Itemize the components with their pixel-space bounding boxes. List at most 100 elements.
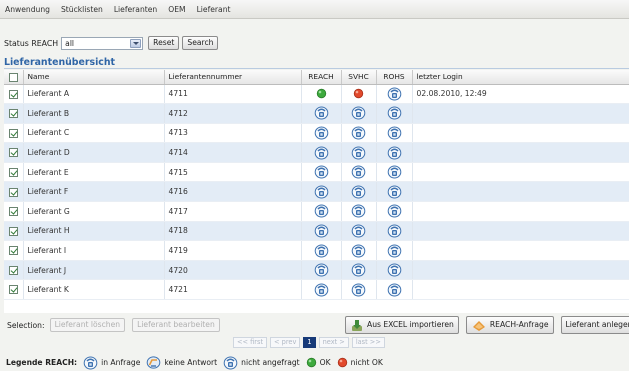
in-request-status-icon[interactable] [314, 224, 329, 238]
pager-current[interactable]: 1 [303, 337, 316, 348]
in-request-status-icon[interactable] [351, 263, 366, 277]
menu-oem[interactable]: OEM [168, 5, 185, 14]
rohs-status-cell[interactable] [376, 142, 413, 163]
rohs-status-cell[interactable] [376, 279, 413, 301]
pager-last[interactable]: last >> [351, 337, 385, 348]
table-row[interactable]: Lieferant A 4711 02.08.2010, 12:49 [4, 84, 629, 105]
supplier-name[interactable]: Lieferant G [23, 201, 165, 222]
rohs-status-cell[interactable] [376, 240, 413, 261]
in-request-status-icon[interactable] [314, 283, 329, 297]
supplier-name[interactable]: Lieferant I [23, 240, 165, 261]
in-request-status-icon[interactable] [314, 126, 329, 140]
excel-import-button[interactable]: Aus EXCEL importieren [345, 316, 459, 334]
row-select-cell[interactable] [4, 279, 24, 301]
menu-lieferanten[interactable]: Lieferanten [114, 5, 157, 14]
in-request-status-icon[interactable] [387, 126, 402, 140]
row-checkbox[interactable] [8, 226, 18, 236]
in-request-status-icon[interactable] [351, 165, 366, 179]
row-select-cell[interactable] [4, 181, 24, 203]
svhc-status-cell[interactable] [341, 221, 377, 242]
reach-status-cell[interactable] [301, 142, 342, 163]
search-button[interactable]: Search [182, 36, 219, 50]
svhc-status-cell[interactable] [341, 279, 377, 301]
reach-status-cell[interactable] [301, 260, 342, 281]
row-select-cell[interactable] [4, 84, 24, 105]
delete-supplier-button[interactable]: Lieferant löschen [49, 318, 126, 332]
in-request-status-icon[interactable] [387, 224, 402, 238]
row-checkbox[interactable] [8, 207, 18, 217]
table-row[interactable]: Lieferant E 4715 [4, 162, 629, 183]
in-request-status-icon[interactable] [351, 204, 366, 218]
menu-anwendung[interactable]: Anwendung [5, 5, 50, 14]
svhc-status-cell[interactable] [341, 84, 377, 105]
row-select-cell[interactable] [4, 221, 24, 242]
pager-prev[interactable]: < prev [270, 337, 301, 348]
row-checkbox[interactable] [8, 89, 18, 99]
svhc-status-cell[interactable] [341, 181, 377, 203]
edit-supplier-button[interactable]: Lieferant bearbeiten [132, 318, 220, 332]
column-header-number[interactable]: Lieferantennummer [164, 70, 302, 85]
supplier-name[interactable]: Lieferant J [23, 260, 165, 281]
svhc-status-cell[interactable] [341, 260, 377, 281]
reach-status-cell[interactable] [301, 103, 342, 124]
ok-status-icon[interactable] [316, 89, 327, 99]
row-select-cell[interactable] [4, 142, 24, 163]
supplier-name[interactable]: Lieferant H [23, 221, 165, 242]
pager-first[interactable]: << first [233, 337, 268, 348]
row-checkbox[interactable] [8, 167, 18, 177]
in-request-status-icon[interactable] [351, 224, 366, 238]
rohs-status-cell[interactable] [376, 201, 413, 222]
in-request-status-icon[interactable] [387, 204, 402, 218]
rohs-status-cell[interactable] [376, 181, 413, 203]
in-request-status-icon[interactable] [351, 146, 366, 160]
svhc-status-cell[interactable] [341, 201, 377, 222]
in-request-status-icon[interactable] [387, 263, 402, 277]
supplier-name[interactable]: Lieferant B [23, 103, 165, 124]
svhc-status-cell[interactable] [341, 123, 377, 144]
in-request-status-icon[interactable] [351, 185, 366, 199]
table-row[interactable]: Lieferant I 4719 [4, 240, 629, 261]
not-ok-status-icon[interactable] [353, 89, 364, 99]
in-request-status-icon[interactable] [387, 283, 402, 297]
row-checkbox[interactable] [8, 246, 18, 256]
in-request-status-icon[interactable] [314, 106, 329, 120]
in-request-status-icon[interactable] [387, 106, 402, 120]
in-request-status-icon[interactable] [314, 244, 329, 258]
reach-status-cell[interactable] [301, 123, 342, 144]
in-request-status-icon[interactable] [314, 146, 329, 160]
reach-request-button[interactable]: REACH-Anfrage [465, 316, 554, 334]
in-request-status-icon[interactable] [387, 165, 402, 179]
select-all-header[interactable] [4, 70, 24, 85]
row-select-cell[interactable] [4, 162, 24, 183]
menu-stuecklisten[interactable]: Stücklisten [61, 5, 103, 14]
in-request-status-icon[interactable] [314, 185, 329, 199]
row-checkbox[interactable] [8, 187, 18, 197]
column-header-name[interactable]: Name [23, 70, 165, 85]
menu-lieferant[interactable]: Lieferant [197, 5, 231, 14]
supplier-name[interactable]: Lieferant K [23, 279, 165, 301]
in-request-status-icon[interactable] [387, 244, 402, 258]
table-row[interactable]: Lieferant H 4718 [4, 221, 629, 242]
in-request-status-icon[interactable] [314, 263, 329, 277]
row-checkbox[interactable] [8, 148, 18, 158]
in-request-status-icon[interactable] [387, 87, 402, 101]
reach-status-cell[interactable] [301, 201, 342, 222]
row-checkbox[interactable] [8, 109, 18, 119]
row-select-cell[interactable] [4, 201, 24, 222]
rohs-status-cell[interactable] [376, 103, 413, 124]
rohs-status-cell[interactable] [376, 123, 413, 144]
table-row[interactable]: Lieferant B 4712 [4, 103, 629, 124]
table-row[interactable]: Lieferant J 4720 [4, 260, 629, 281]
column-header-rohs[interactable]: ROHS [376, 70, 413, 85]
row-select-cell[interactable] [4, 123, 24, 144]
row-checkbox[interactable] [8, 128, 18, 138]
in-request-status-icon[interactable] [351, 244, 366, 258]
in-request-status-icon[interactable] [314, 165, 329, 179]
reach-status-cell[interactable] [301, 181, 342, 203]
row-checkbox[interactable] [8, 265, 18, 275]
in-request-status-icon[interactable] [351, 106, 366, 120]
rohs-status-cell[interactable] [376, 221, 413, 242]
table-row[interactable]: Lieferant F 4716 [4, 181, 629, 203]
table-row[interactable]: Lieferant D 4714 [4, 142, 629, 163]
row-select-cell[interactable] [4, 103, 24, 124]
